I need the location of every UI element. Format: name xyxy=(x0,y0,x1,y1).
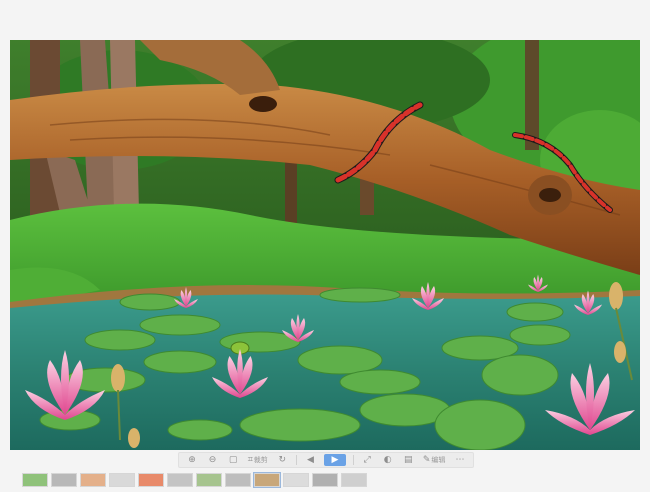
rotate-button[interactable]: ↻ xyxy=(275,454,289,466)
actual-size-icon: ▢ xyxy=(228,455,238,465)
next-button[interactable]: ▶ xyxy=(324,454,347,466)
thumbnail[interactable] xyxy=(283,473,309,487)
crop-icon: ⌗ xyxy=(247,455,253,465)
crop-button[interactable]: ⌗ 裁剪 xyxy=(247,454,269,466)
prev-button[interactable]: ◀ xyxy=(303,454,317,466)
lily-pad xyxy=(84,329,156,351)
lotus-bud xyxy=(111,364,125,392)
rotate-icon: ↻ xyxy=(278,455,287,465)
lily-pad xyxy=(297,345,383,375)
zoom-out-button[interactable]: ⊖ xyxy=(206,454,220,466)
lily-pad xyxy=(509,324,571,346)
thumbnail[interactable] xyxy=(22,473,48,487)
lily-pad xyxy=(506,302,564,322)
adjust-icon: ◐ xyxy=(383,455,392,465)
zoom-out-icon: ⊖ xyxy=(208,455,217,465)
lily-pad xyxy=(339,369,421,395)
knot-hole xyxy=(249,96,277,112)
zoom-in-button[interactable]: ⊕ xyxy=(185,454,199,466)
lily-pad xyxy=(167,419,233,441)
thumbnail[interactable] xyxy=(341,473,367,487)
next-icon: ▶ xyxy=(331,455,339,465)
thumbnail[interactable] xyxy=(253,472,281,488)
edit-button[interactable]: ✎ 编辑 xyxy=(422,454,447,466)
thumbnail[interactable] xyxy=(51,473,77,487)
thumbnail[interactable] xyxy=(138,473,164,487)
zoom-in-icon: ⊕ xyxy=(188,455,196,465)
lotus-bud xyxy=(609,282,623,310)
lotus-bud xyxy=(128,428,140,448)
thumbnail[interactable] xyxy=(80,473,106,487)
fullscreen-button[interactable]: ⤢ xyxy=(360,454,374,466)
forest-pond-illustration xyxy=(10,40,640,450)
print-icon: ▤ xyxy=(404,455,413,465)
background-tree-trunk xyxy=(525,40,539,150)
lily-pad xyxy=(481,354,559,396)
thumbnail[interactable] xyxy=(225,473,251,487)
lily-pad xyxy=(434,399,526,450)
lily-pad xyxy=(239,408,361,442)
knot-hole xyxy=(539,188,561,202)
thumbnail[interactable] xyxy=(109,473,135,487)
adjust-button[interactable]: ◐ xyxy=(381,454,395,466)
thumbnail[interactable] xyxy=(167,473,193,487)
viewer-toolbar: ⊕ ⊖ ▢ ⌗ 裁剪 ↻ ◀ ▶ ⤢ ◐ ▤ ✎ 编辑 ⋯ xyxy=(178,452,474,468)
lotus-bud xyxy=(614,341,626,363)
lily-pad xyxy=(143,350,217,374)
edit-icon: ✎ xyxy=(422,455,431,465)
thumbnail[interactable] xyxy=(196,473,222,487)
thumbnail[interactable] xyxy=(312,473,338,487)
prev-icon: ◀ xyxy=(306,455,314,465)
lily-pad xyxy=(319,287,401,303)
crop-label: 裁剪 xyxy=(253,456,268,464)
more-icon: ⋯ xyxy=(455,455,465,465)
thumbnail-filmstrip xyxy=(22,472,422,488)
toolbar-separator xyxy=(295,455,297,465)
image-viewer[interactable] xyxy=(10,40,640,450)
toolbar-separator xyxy=(352,455,354,465)
more-button[interactable]: ⋯ xyxy=(453,454,467,466)
actual-size-button[interactable]: ▢ xyxy=(226,454,240,466)
lily-pad xyxy=(119,293,181,311)
edit-label: 编辑 xyxy=(431,456,446,464)
fullscreen-icon: ⤢ xyxy=(363,455,371,465)
lily-pad xyxy=(139,314,221,336)
print-button[interactable]: ▤ xyxy=(401,454,415,466)
